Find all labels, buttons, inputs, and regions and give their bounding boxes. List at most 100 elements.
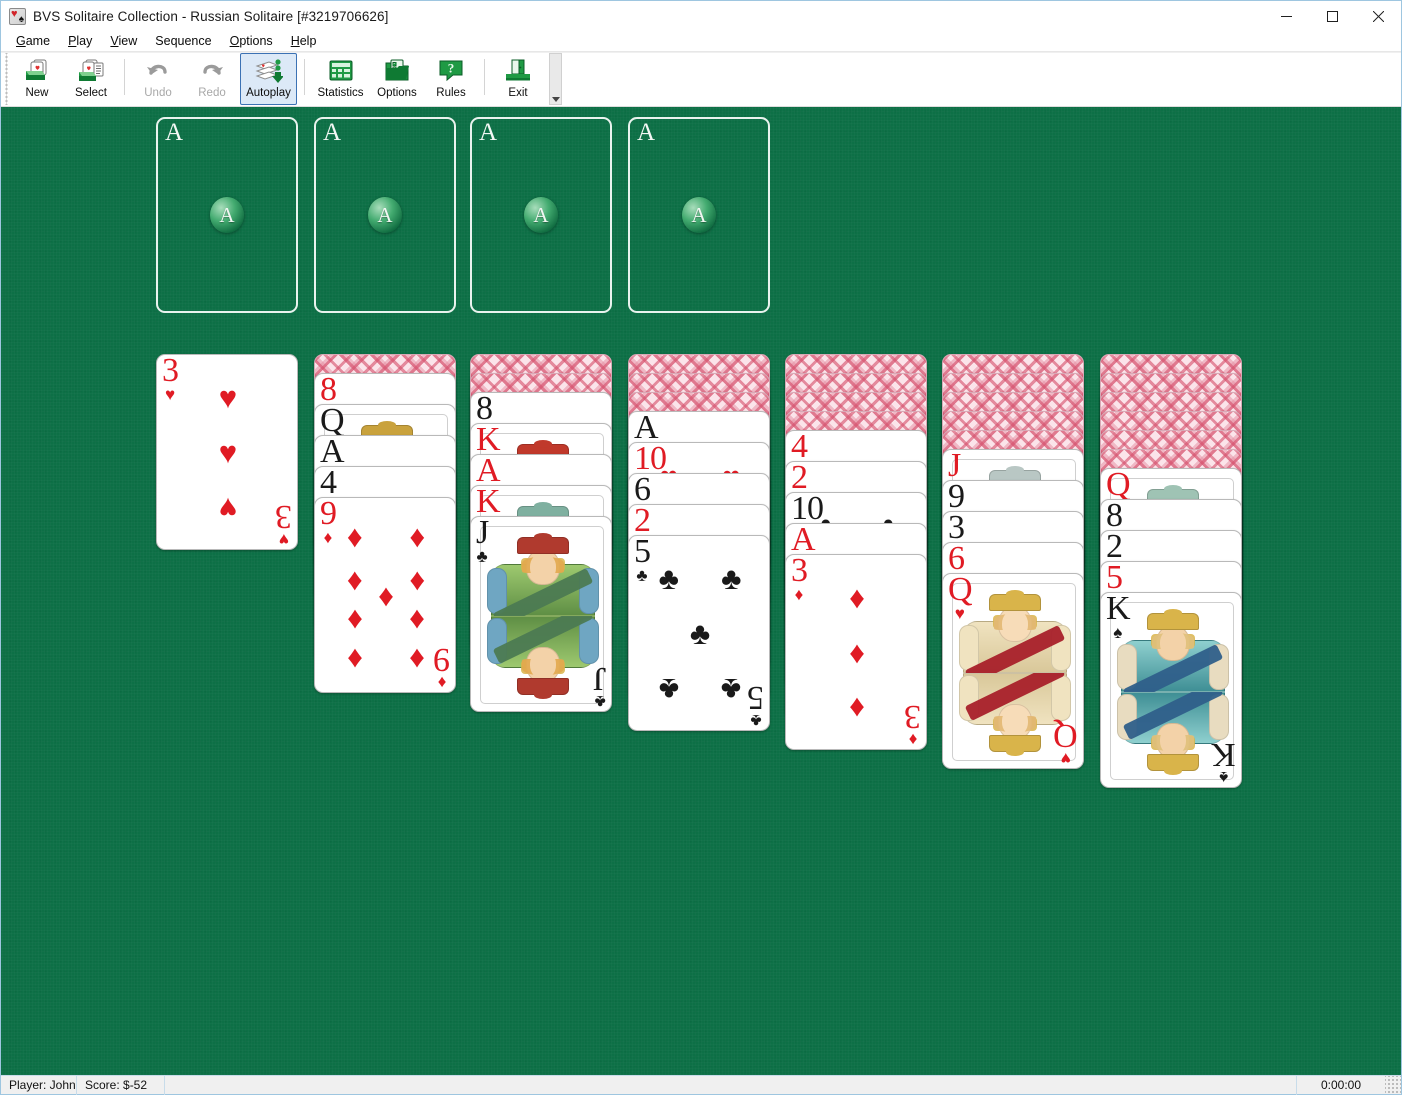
card-rank: 3: [276, 498, 292, 536]
card-pip: ♦: [849, 580, 865, 616]
card-5-clubs[interactable]: ♣ ♣ ♣ ♣ ♣ 5 ♣ 5 ♣: [628, 535, 770, 731]
game-table[interactable]: A AA AA AA A ♥♥♥ 3 ♥ 3 ♥ ♥♥♥♥♥♥♥♥ 8 ♥ 8 …: [1, 107, 1401, 1077]
close-icon[interactable]: [1355, 1, 1401, 32]
card-J-clubs[interactable]: J ♣ J ♣: [470, 516, 612, 712]
svg-text:?: ?: [448, 61, 455, 76]
card-rank: 9: [320, 497, 337, 532]
exit-button[interactable]: Exit: [492, 53, 544, 105]
foundation-pile-4[interactable]: A A: [628, 117, 770, 313]
card-rank: A: [476, 454, 501, 489]
menu-bar: Game Play View Sequence Options Help: [1, 32, 1401, 52]
card-corner-bottom-right: J ♣: [594, 660, 606, 711]
menu-item-sequence[interactable]: Sequence: [146, 33, 220, 50]
status-bar: Player: John Score: $-52 0:00:00: [1, 1075, 1401, 1095]
card-pip: ♣: [721, 561, 742, 597]
toolbar-overflow-icon[interactable]: [549, 53, 562, 105]
toolbar-button-label: Undo: [144, 87, 172, 99]
new-button[interactable]: New: [11, 53, 63, 105]
foundation-pile-2[interactable]: A A: [314, 117, 456, 313]
card-corner-top-left: 3 ♥: [162, 354, 179, 405]
menu-item-game[interactable]: Game: [7, 33, 59, 50]
foundation-placeholder-rank: A: [323, 119, 342, 146]
window-controls: [1263, 1, 1401, 32]
toolbar-separator: [124, 59, 125, 95]
card-rank: 2: [634, 504, 651, 539]
card-rank: 4: [791, 430, 808, 465]
resize-grip-icon[interactable]: [1385, 1075, 1401, 1095]
card-rank: 3: [162, 354, 179, 389]
foundation-ace-marker-icon: A: [368, 197, 402, 233]
card-pip: ♦: [346, 602, 363, 638]
card-rank: A: [634, 411, 659, 446]
foundation-pile-3[interactable]: A A: [470, 117, 612, 313]
foundation-ace-marker-icon: A: [210, 197, 244, 233]
card-rank: 5: [1106, 561, 1123, 596]
statistics-icon: [327, 57, 355, 84]
card-suit-icon: ♣: [636, 566, 648, 586]
card-rank: 8: [476, 392, 493, 427]
foundation-ace-marker-icon: A: [682, 197, 716, 233]
foundation-ace-marker-icon: A: [524, 197, 558, 233]
card-rank: 5: [748, 679, 764, 717]
card-pip: ♦: [378, 578, 394, 613]
card-rank: 3: [905, 698, 921, 736]
card-pip: ♦: [409, 562, 426, 598]
card-rank: A: [791, 523, 816, 558]
card-suit-icon: ♣: [476, 547, 488, 567]
card-rank: K: [1106, 592, 1131, 627]
autoplay-button[interactable]: Autoplay: [240, 53, 297, 105]
status-player: Player: John: [1, 1075, 77, 1095]
card-rank: 4: [320, 466, 337, 501]
card-corner-top-left: 9 ♦: [320, 497, 337, 548]
card-pip: ♦: [409, 602, 426, 638]
card-pip: ♥: [218, 435, 238, 470]
menu-item-view[interactable]: View: [101, 33, 146, 50]
card-suit-icon: ♠: [1113, 623, 1123, 643]
card-rank: Q: [1054, 717, 1078, 755]
card-corner-bottom-right: Q ♥: [1054, 717, 1078, 768]
toolbar: New Select Undo Redo Autoplay Statistics…: [1, 53, 1401, 107]
select-button[interactable]: Select: [65, 53, 117, 105]
menu-item-options[interactable]: Options: [221, 33, 282, 50]
card-rank: K: [1212, 736, 1236, 774]
card-rank: Q: [1106, 468, 1131, 503]
toolbar-button-label: Options: [377, 87, 417, 99]
statistics-button[interactable]: Statistics: [312, 53, 369, 105]
card-pip: ♦: [409, 519, 426, 555]
card-pip: ♥: [218, 380, 238, 416]
app-icon: ♥ ♠: [9, 8, 26, 25]
maximize-icon[interactable]: [1309, 1, 1355, 32]
toolbar-grip[interactable]: [3, 53, 10, 105]
card-suit-icon: ♥: [164, 385, 176, 405]
card-rank: J: [476, 516, 489, 551]
card-Q-hearts[interactable]: Q ♥ Q ♥: [942, 573, 1084, 769]
card-pip: ♦: [849, 690, 865, 726]
foundation-pile-1[interactable]: A A: [156, 117, 298, 313]
rules-help-icon: ?: [437, 57, 465, 84]
card-rank: 2: [1106, 530, 1123, 565]
card-9-diamonds[interactable]: ♦ ♦ ♦ ♦ ♦ ♦ ♦ ♦ ♦ 9 ♦ 9 ♦: [314, 497, 456, 693]
card-suit-icon: ♦: [323, 528, 333, 548]
card-corner-top-left: 5 ♣: [634, 536, 651, 586]
card-pip: ♦: [346, 562, 363, 598]
minimize-icon[interactable]: [1263, 1, 1309, 32]
card-K-spades[interactable]: K ♠ K ♠: [1100, 592, 1242, 788]
status-score: Score: $-52: [77, 1075, 165, 1095]
toolbar-button-label: Rules: [436, 87, 466, 99]
card-pip: ♣: [658, 671, 679, 707]
card-3-hearts[interactable]: ♥ ♥ ♥ 3 ♥ 3 ♥: [156, 354, 298, 550]
rules-button[interactable]: ? Rules: [425, 53, 477, 105]
card-pip: ♥: [218, 490, 238, 526]
card-rank: K: [476, 485, 501, 520]
toolbar-separator: [484, 59, 485, 95]
redo-button: Redo: [186, 53, 238, 105]
options-button[interactable]: Options: [371, 53, 423, 105]
menu-item-play[interactable]: Play: [59, 33, 101, 50]
card-rank: 9: [948, 480, 965, 515]
card-rank: 8: [1106, 499, 1123, 534]
card-3-diamonds[interactable]: ♦ ♦ ♦ 3 ♦ 3 ♦: [785, 554, 927, 750]
menu-item-help[interactable]: Help: [282, 33, 326, 50]
card-rank: 2: [791, 461, 808, 496]
card-rank: 3: [948, 511, 965, 546]
card-rank: 10: [634, 442, 667, 477]
